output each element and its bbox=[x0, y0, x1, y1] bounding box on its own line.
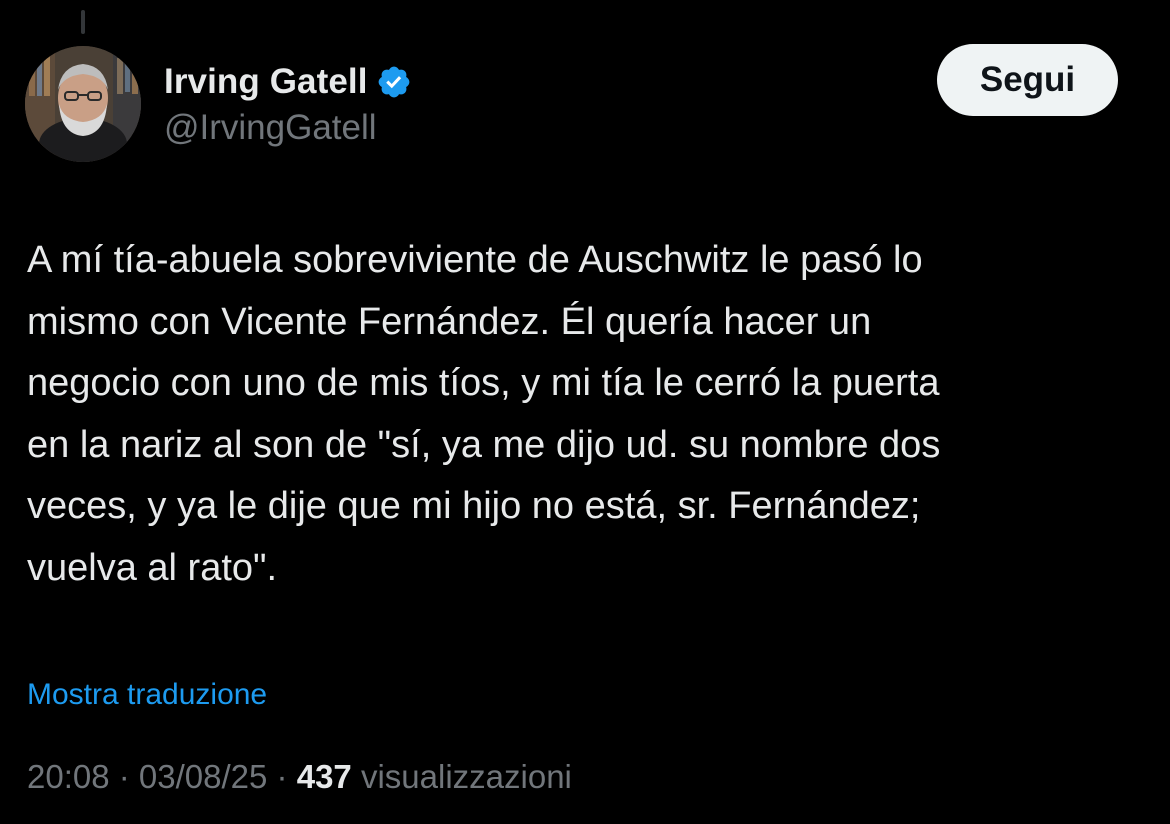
thread-connector-line bbox=[81, 10, 85, 34]
author-info: Irving Gatell @IrvingGatell bbox=[164, 56, 412, 148]
author-handle[interactable]: @IrvingGatell bbox=[164, 108, 412, 148]
avatar-photo-icon bbox=[25, 46, 141, 162]
tweet-metadata: 20:08 · 03/08/25 · 437 visualizzazioni bbox=[27, 758, 572, 796]
meta-separator: · bbox=[109, 758, 139, 795]
tweet-time[interactable]: 20:08 bbox=[27, 758, 110, 795]
verified-badge-icon[interactable] bbox=[376, 64, 412, 100]
views-label: visualizzazioni bbox=[360, 758, 572, 795]
author-name-row: Irving Gatell bbox=[164, 56, 412, 108]
tweet-date[interactable]: 03/08/25 bbox=[139, 758, 267, 795]
views-count[interactable]: 437 bbox=[297, 758, 352, 795]
show-translation-link[interactable]: Mostra traduzione bbox=[27, 678, 267, 712]
tweet-text: A mí tía-abuela sobreviviente de Auschwi… bbox=[27, 239, 941, 589]
author-display-name[interactable]: Irving Gatell bbox=[164, 62, 368, 102]
meta-separator: · bbox=[267, 758, 297, 795]
follow-button[interactable]: Segui bbox=[937, 44, 1118, 116]
avatar[interactable] bbox=[25, 46, 141, 162]
